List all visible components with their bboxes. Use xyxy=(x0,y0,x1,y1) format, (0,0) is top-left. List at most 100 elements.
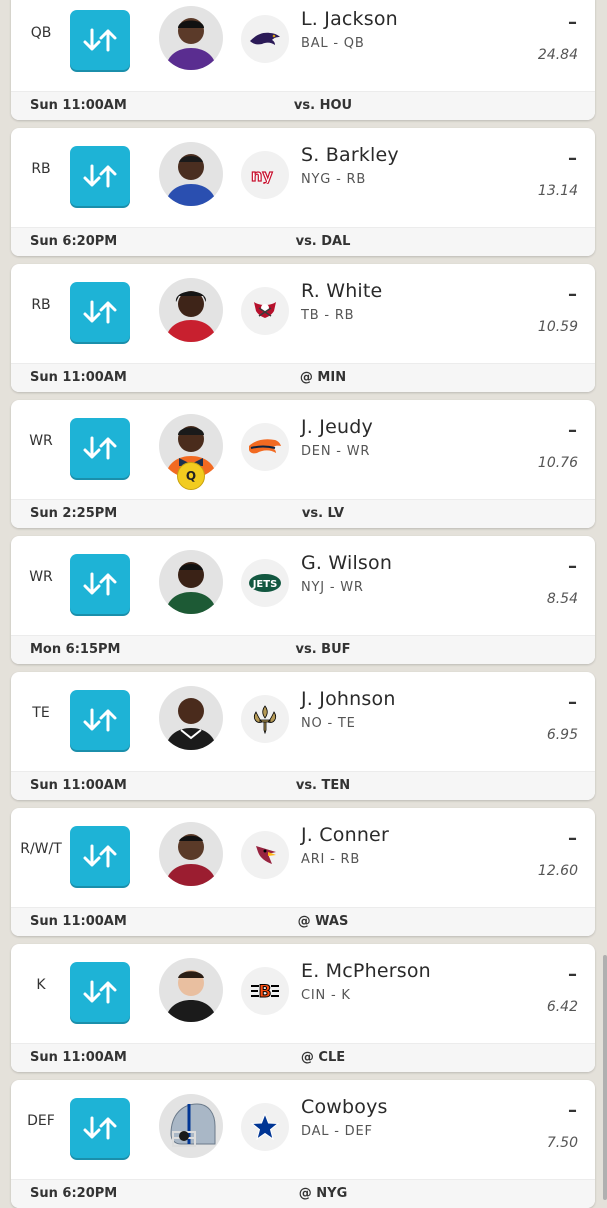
player-name[interactable]: J. Johnson xyxy=(301,688,396,710)
player-name[interactable]: J. Conner xyxy=(301,824,389,846)
projected-points: 6.95 xyxy=(546,727,578,743)
game-info-bar: Sun 11:00AM @ MIN xyxy=(11,363,595,392)
swap-player-button[interactable] xyxy=(70,554,130,614)
swap-arrows-icon xyxy=(83,164,117,188)
player-team-position: DEN - WR xyxy=(301,444,371,459)
swap-arrows-icon xyxy=(83,572,117,596)
broncos-logo xyxy=(241,423,289,471)
game-info-bar: Sun 11:00AM @ WAS xyxy=(11,907,595,936)
swap-arrows-icon xyxy=(83,1116,117,1140)
swap-player-button[interactable] xyxy=(70,418,130,478)
player-headshot xyxy=(159,686,223,750)
player-name[interactable]: R. White xyxy=(301,280,382,302)
game-opponent: @ CLE xyxy=(300,1050,346,1065)
swap-player-button[interactable] xyxy=(70,146,130,206)
player-headshot xyxy=(159,6,223,70)
scrollbar[interactable] xyxy=(603,955,607,1200)
roster-slot-label: DEF xyxy=(27,1113,55,1129)
roster-slot-label: WR xyxy=(29,433,53,449)
buccaneers-logo xyxy=(241,287,289,335)
player-score: – xyxy=(568,284,577,305)
game-opponent: vs. LV xyxy=(301,506,345,521)
swap-player-button[interactable] xyxy=(70,282,130,342)
roster-row[interactable]: RB ny S. Barkley NYG - RB – 13.14 Sun 6:… xyxy=(11,128,595,256)
game-opponent: @ WAS xyxy=(297,914,349,929)
swap-player-button[interactable] xyxy=(70,690,130,750)
projected-points: 6.42 xyxy=(546,999,578,1015)
roster-row[interactable]: WR JETS G. Wilson NYJ - WR – 8.54 Mon 6:… xyxy=(11,536,595,664)
cowboys-logo xyxy=(241,1103,289,1151)
player-team-position: ARI - RB xyxy=(301,852,361,867)
swap-player-button[interactable] xyxy=(70,826,130,886)
player-score: – xyxy=(568,964,577,985)
player-headshot xyxy=(159,278,223,342)
player-name[interactable]: G. Wilson xyxy=(301,552,392,574)
player-name[interactable]: S. Barkley xyxy=(301,144,399,166)
swap-arrows-icon xyxy=(83,708,117,732)
swap-player-button[interactable] xyxy=(70,1098,130,1158)
roster-slot-label: WR xyxy=(29,569,53,585)
player-score: – xyxy=(568,12,577,33)
player-score: – xyxy=(568,420,577,441)
roster-slot-label: RB xyxy=(31,297,51,313)
game-info-bar: Sun 11:00AM vs. HOU xyxy=(11,91,595,120)
player-team-position: NO - TE xyxy=(301,716,356,731)
swap-player-button[interactable] xyxy=(70,10,130,70)
projected-points: 10.59 xyxy=(537,319,578,335)
roster-slot-label: RB xyxy=(31,161,51,177)
swap-arrows-icon xyxy=(83,28,117,52)
team-helmet xyxy=(159,1094,223,1158)
player-team-position: TB - RB xyxy=(301,308,355,323)
projected-points: 24.84 xyxy=(537,47,578,63)
giants-logo: ny xyxy=(241,151,289,199)
roster-slot-label: TE xyxy=(32,705,50,721)
roster-row[interactable]: DEF Cowboys DAL - DEF – 7.50 Sun 6:20PM … xyxy=(11,1080,595,1208)
saints-logo xyxy=(241,695,289,743)
jets-logo: JETS xyxy=(241,559,289,607)
roster-slot-label: QB xyxy=(30,25,52,41)
player-team-position: CIN - K xyxy=(301,988,351,1003)
game-info-bar: Sun 6:20PM vs. DAL xyxy=(11,227,595,256)
player-headshot xyxy=(159,958,223,1022)
roster-row[interactable]: WR Q J. Jeudy DEN - WR – 10.76 Sun 2:25P… xyxy=(11,400,595,528)
swap-player-button[interactable] xyxy=(70,962,130,1022)
player-team-position: NYG - RB xyxy=(301,172,367,187)
player-name[interactable]: Cowboys xyxy=(301,1096,388,1118)
player-team-position: NYJ - WR xyxy=(301,580,364,595)
roster-slot-label: K xyxy=(36,977,46,993)
player-headshot xyxy=(159,822,223,886)
ravens-logo xyxy=(241,15,289,63)
roster-row[interactable]: R/W/T J. Conner ARI - RB – 12.60 Sun 11:… xyxy=(11,808,595,936)
roster-row[interactable]: K B E. McPherson CIN - K – 6.42 Sun 11:0… xyxy=(11,944,595,1072)
roster-row[interactable]: TE J. Johnson NO - TE – 6.95 Sun 11:00AM… xyxy=(11,672,595,800)
roster-row[interactable]: RB R. White TB - RB – 10.59 Sun 11:00AM … xyxy=(11,264,595,392)
game-info-bar: Sun 2:25PM vs. LV xyxy=(11,499,595,528)
game-opponent: @ MIN xyxy=(299,370,347,385)
player-score: – xyxy=(568,1100,577,1121)
game-opponent: vs. TEN xyxy=(295,778,351,793)
svg-text:B: B xyxy=(259,982,272,1002)
player-score: – xyxy=(568,148,577,169)
svg-text:ny: ny xyxy=(251,166,273,184)
projected-points: 13.14 xyxy=(537,183,578,199)
player-name[interactable]: L. Jackson xyxy=(301,8,398,30)
player-team-position: BAL - QB xyxy=(301,36,365,51)
swap-arrows-icon xyxy=(83,980,117,1004)
player-name[interactable]: E. McPherson xyxy=(301,960,431,982)
game-info-bar: Sun 11:00AM vs. TEN xyxy=(11,771,595,800)
player-score: – xyxy=(568,556,577,577)
player-score: – xyxy=(568,828,577,849)
game-info-bar: Sun 11:00AM @ CLE xyxy=(11,1043,595,1072)
player-score: – xyxy=(568,692,577,713)
questionable-badge: Q xyxy=(177,462,205,490)
game-opponent: vs. HOU xyxy=(293,98,353,113)
roster-row[interactable]: QB L. Jackson BAL - QB – 24.84 Sun 11:00… xyxy=(11,0,595,120)
game-opponent: vs. BUF xyxy=(295,642,351,657)
projected-points: 10.76 xyxy=(537,455,578,471)
projected-points: 8.54 xyxy=(546,591,578,607)
game-info-bar: Mon 6:15PM vs. BUF xyxy=(11,635,595,664)
swap-arrows-icon xyxy=(83,436,117,460)
player-team-position: DAL - DEF xyxy=(301,1124,373,1139)
player-name[interactable]: J. Jeudy xyxy=(301,416,373,438)
projected-points: 12.60 xyxy=(537,863,578,879)
